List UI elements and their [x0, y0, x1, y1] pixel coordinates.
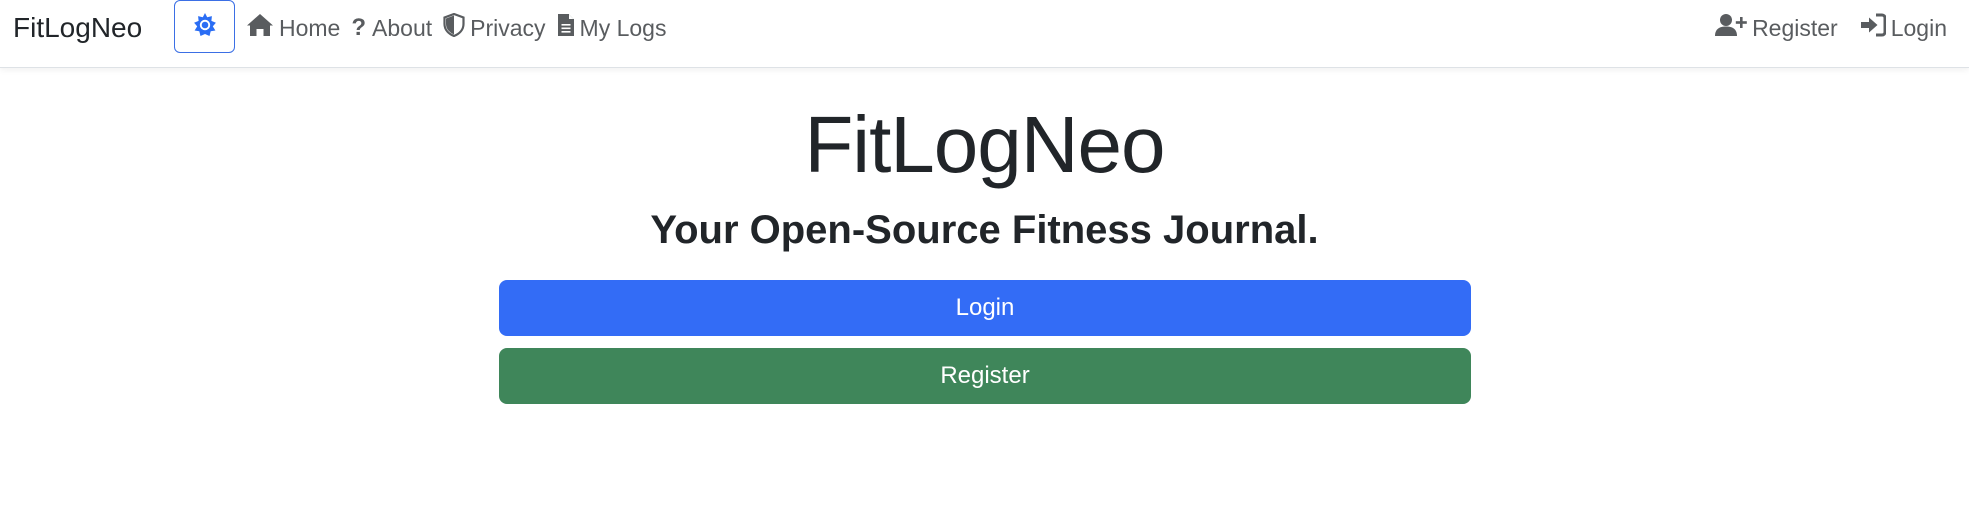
nav-register-label: Register — [1752, 14, 1838, 41]
login-button[interactable]: Login — [499, 280, 1471, 336]
nav-login-link[interactable]: Login — [1860, 13, 1947, 43]
gear-icon — [192, 12, 218, 41]
nav-home-label: Home — [279, 14, 341, 41]
user-plus-icon — [1715, 13, 1752, 43]
nav-right-group: Register Login — [1693, 0, 1947, 56]
page-subtitle: Your Open-Source Fitness Journal. — [650, 208, 1319, 252]
theme-toggle-button[interactable] — [174, 0, 235, 53]
top-navbar: FitLogNeo Home ? About Privacy My Logs R… — [0, 0, 1969, 68]
brand-link[interactable]: FitLogNeo — [13, 11, 142, 45]
sign-in-icon — [1860, 13, 1891, 43]
nav-login-label: Login — [1890, 14, 1947, 41]
shield-icon — [443, 12, 470, 43]
nav-left-group: Home ? About Privacy My Logs — [246, 0, 677, 56]
nav-home-link[interactable]: Home — [246, 13, 340, 43]
nav-register-link[interactable]: Register — [1715, 13, 1838, 43]
nav-mylogs-label: My Logs — [579, 14, 667, 41]
nav-privacy-label: Privacy — [470, 14, 546, 41]
page-title: FitLogNeo — [804, 100, 1165, 189]
register-button[interactable]: Register — [499, 348, 1471, 404]
home-icon — [246, 13, 279, 43]
nav-about-link[interactable]: ? About — [351, 14, 432, 42]
nav-mylogs-link[interactable]: My Logs — [557, 13, 667, 43]
question-icon: ? — [351, 14, 367, 41]
nav-about-label: About — [372, 14, 433, 41]
nav-privacy-link[interactable]: Privacy — [443, 12, 546, 43]
document-icon — [557, 13, 580, 43]
